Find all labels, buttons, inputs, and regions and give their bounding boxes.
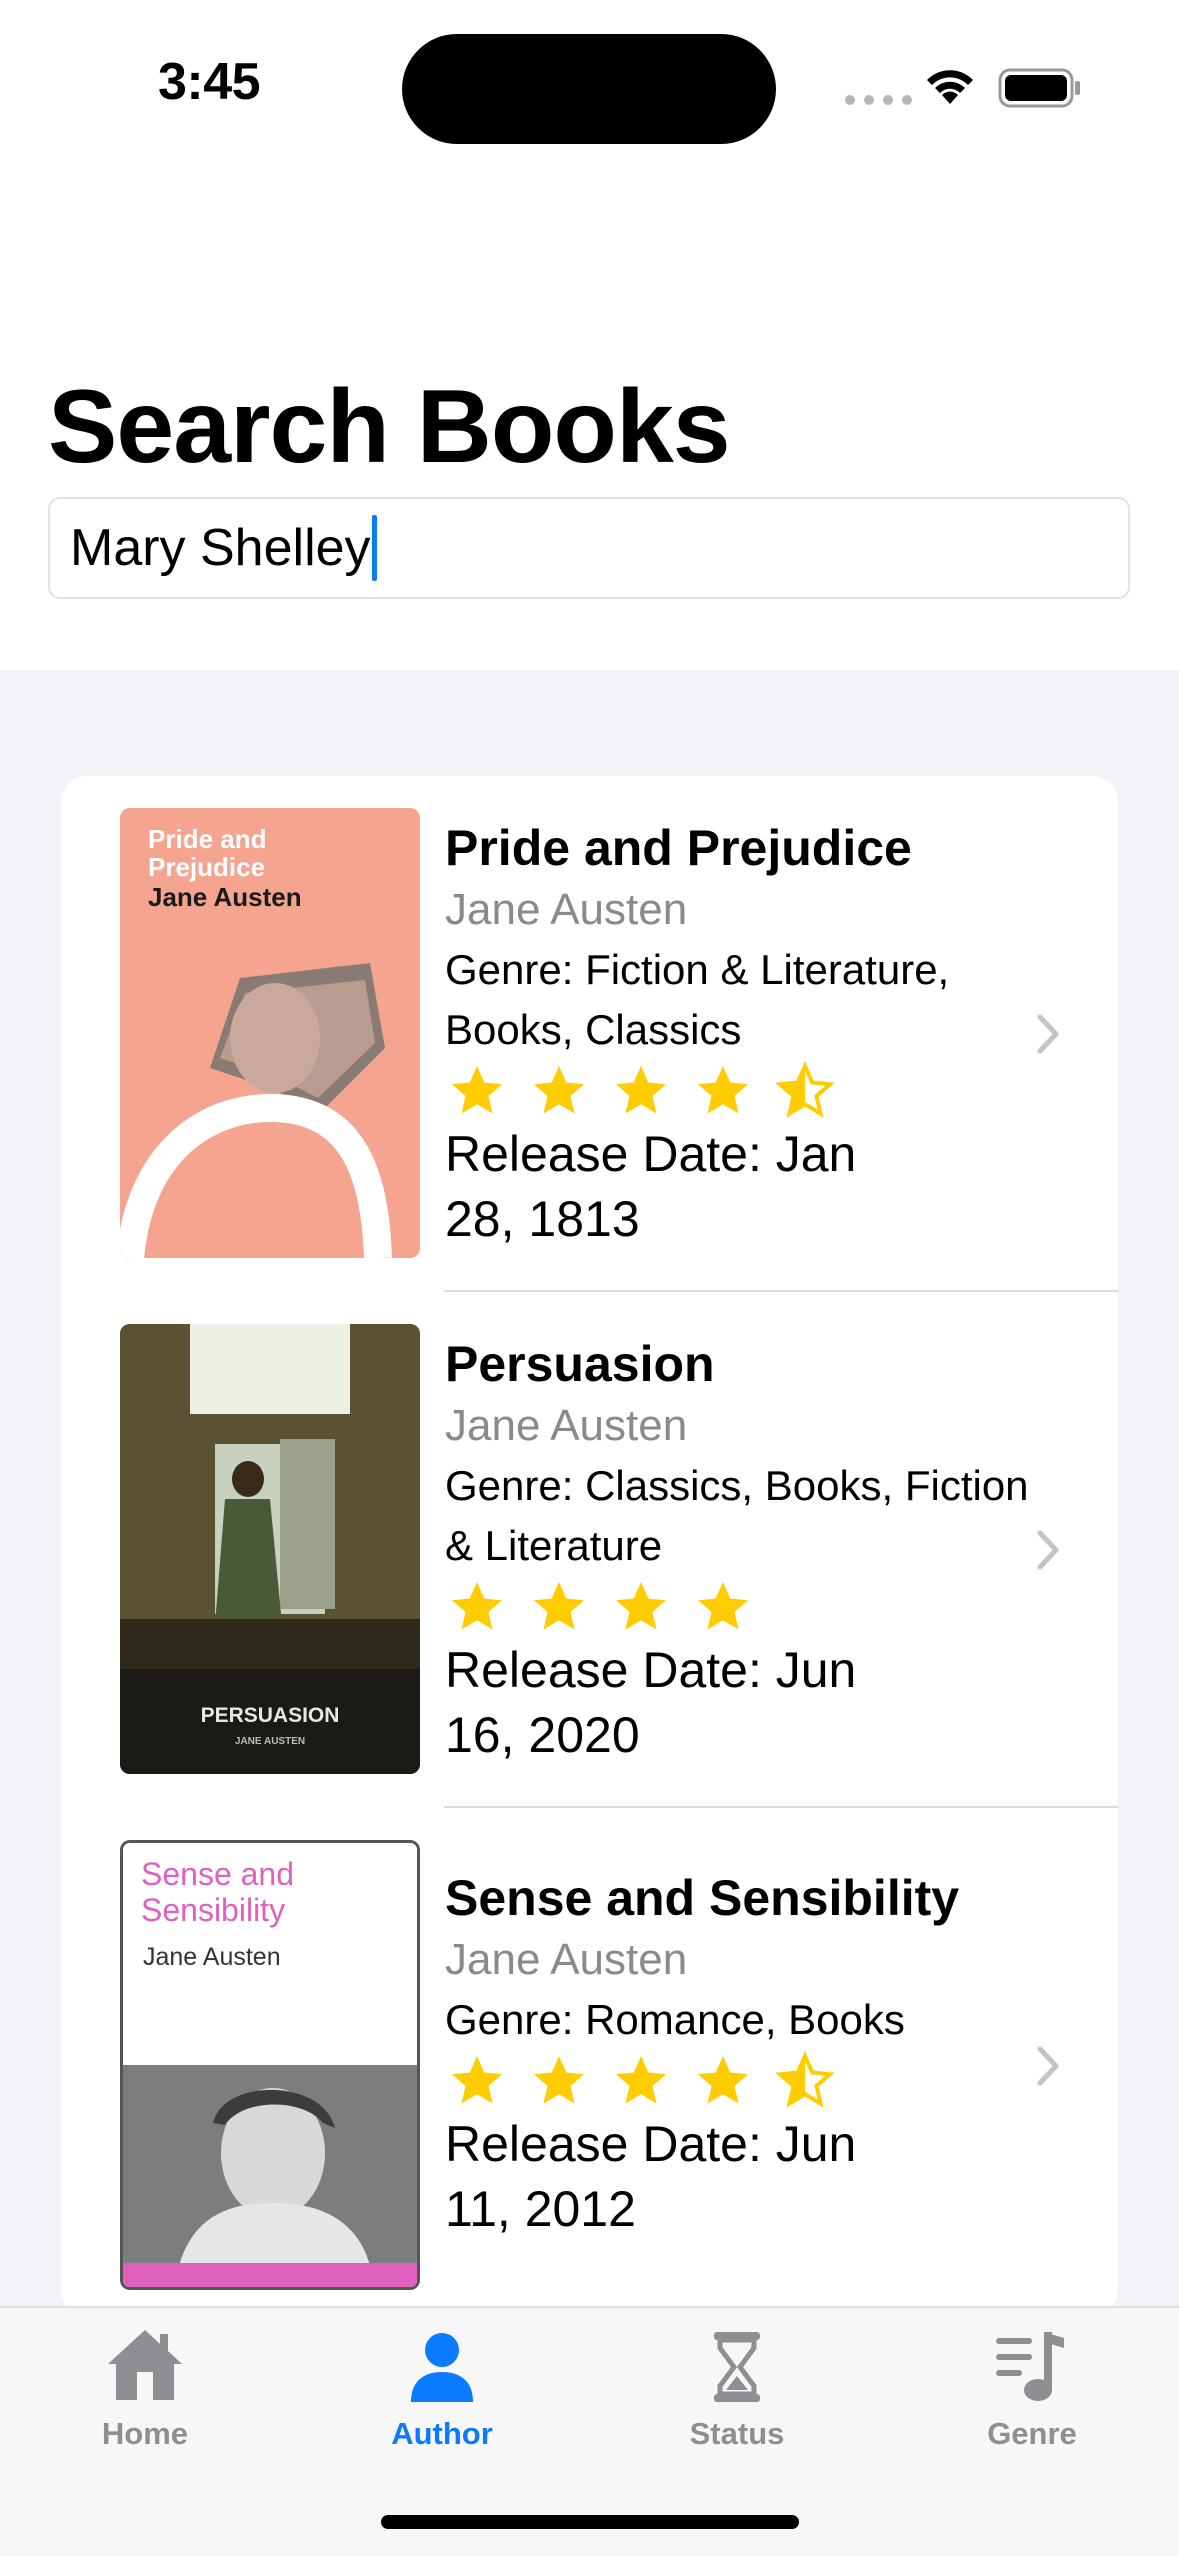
person-icon (411, 2333, 473, 2402)
book-release-date: Release Date: Jan 28, 1813 (445, 1126, 857, 1247)
star-full-icon (698, 1582, 748, 1630)
book-release-date: Release Date: Jun 11, 2012 (445, 2116, 857, 2237)
book-author: Jane Austen (445, 1401, 688, 1450)
book-title: Sense and Sensibility (445, 1870, 960, 1926)
chevron-right-icon (1037, 1014, 1059, 1054)
page-title: Search Books (48, 368, 731, 485)
cellular-signal-icon (845, 95, 912, 105)
book-cover: Pride and Prejudice Jane Austen (120, 808, 420, 1258)
cover-author: Jane Austen (148, 882, 302, 912)
book-row[interactable]: PERSUASION JANE AUSTEN Persuasion Jane A… (61, 1292, 1118, 1808)
cover-title-line1: Pride and (148, 824, 266, 854)
star-full-icon (452, 1066, 502, 1114)
hourglass-icon (714, 2332, 760, 2402)
book-release-date: Release Date: Jun 16, 2020 (445, 1642, 857, 1763)
header-region: 3:45 Search Books Mary Shelley (0, 0, 1179, 670)
chevron-right-icon (1037, 2046, 1059, 2086)
tab-label: Genre (987, 2416, 1077, 2451)
cover-author: Jane Austen (143, 1943, 281, 1971)
cover-title: PERSUASION (201, 1704, 340, 1727)
cover-title-line1: Sense and (141, 1856, 294, 1892)
star-full-icon (616, 1582, 666, 1630)
star-full-icon (452, 1582, 502, 1630)
tab-label: Status (689, 2416, 785, 2451)
cover-author: JANE AUSTEN (235, 1736, 305, 1747)
star-rating (445, 2050, 1085, 2112)
battery-icon (998, 68, 1080, 108)
book-title: Persuasion (445, 1336, 715, 1392)
tab-label: Home (101, 2416, 189, 2451)
star-full-icon (698, 2056, 748, 2104)
music-list-icon (996, 2332, 1064, 2401)
cover-title-line2: Sensibility (141, 1892, 285, 1928)
book-author: Jane Austen (445, 885, 688, 934)
home-indicator (381, 2515, 799, 2529)
star-half-icon (775, 1061, 835, 1118)
star-half-icon (775, 2051, 835, 2108)
star-full-icon (452, 2056, 502, 2104)
book-genre: Genre: Fiction & Literature, Books, Clas… (445, 946, 950, 1053)
book-info: Pride and Prejudice Jane Austen Genre: F… (445, 816, 1085, 1252)
book-genre: Genre: Romance, Books (445, 1996, 905, 2043)
results-list: Pride and Prejudice Jane Austen Pride an… (61, 776, 1118, 2316)
book-info: Persuasion Jane Austen Genre: Classics, … (445, 1332, 1085, 1768)
cover-title-line2: Prejudice (148, 852, 265, 882)
star-rating (445, 1576, 1085, 1638)
tab-label: Author (391, 2416, 493, 2451)
book-genre: Genre: Classics, Books, Fiction & Litera… (445, 1462, 1029, 1569)
star-full-icon (698, 1066, 748, 1114)
house-icon (108, 2330, 182, 2400)
text-cursor (371, 515, 377, 581)
book-title: Pride and Prejudice (445, 820, 912, 876)
search-input[interactable]: Mary Shelley (48, 497, 1130, 599)
star-full-icon (534, 1066, 584, 1114)
book-info: Sense and Sensibility Jane Austen Genre:… (445, 1866, 1085, 2242)
star-full-icon (534, 1582, 584, 1630)
tab-bar: Home Author Status Genre (0, 2306, 1179, 2556)
book-author: Jane Austen (445, 1935, 688, 1984)
book-row[interactable]: Pride and Prejudice Jane Austen Pride an… (61, 776, 1118, 1292)
search-input-value: Mary Shelley (70, 519, 371, 577)
book-cover: Sense and Sensibility Jane Austen (120, 1840, 420, 2290)
star-rating (445, 1060, 1085, 1122)
star-full-icon (616, 2056, 666, 2104)
star-full-icon (534, 2056, 584, 2104)
wifi-icon (927, 70, 973, 104)
chevron-right-icon (1037, 1530, 1059, 1570)
star-full-icon (616, 1066, 666, 1114)
dynamic-island (402, 34, 776, 144)
book-cover: PERSUASION JANE AUSTEN (120, 1324, 420, 1774)
status-time: 3:45 (158, 53, 261, 111)
book-row[interactable]: Sense and Sensibility Jane Austen Sense … (61, 1808, 1118, 2316)
